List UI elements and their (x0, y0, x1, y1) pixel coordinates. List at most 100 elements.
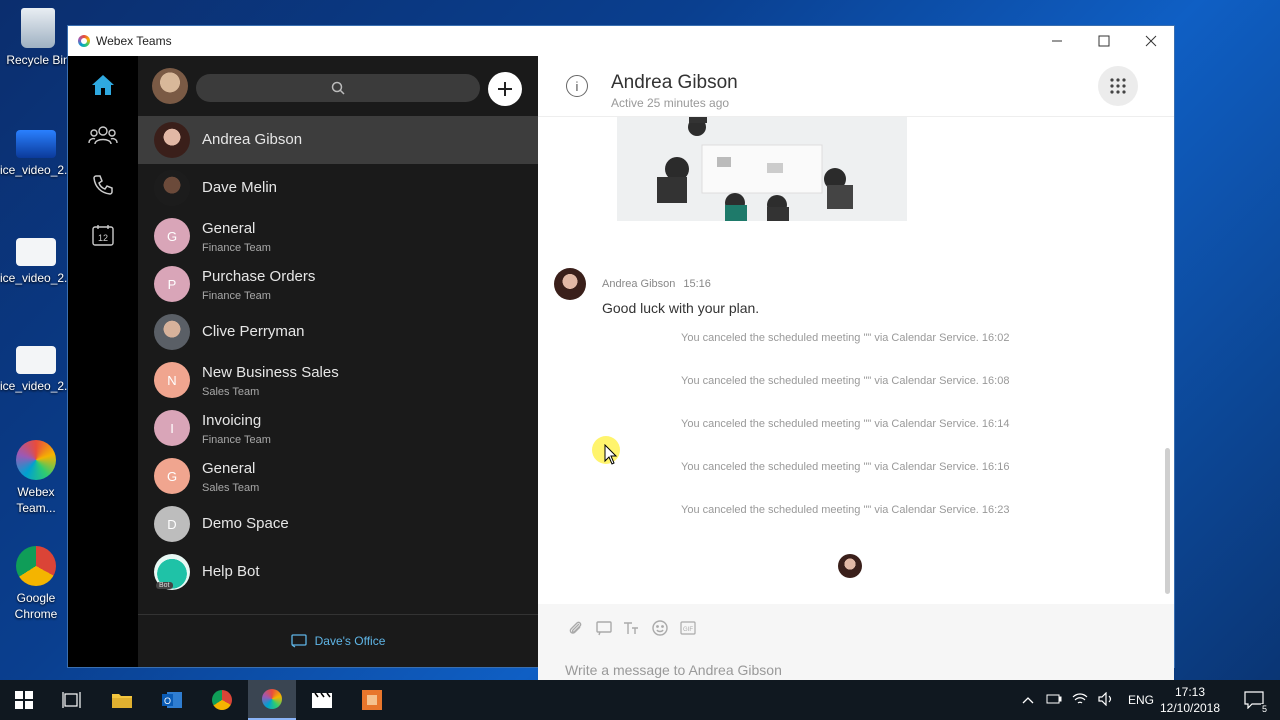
rail-teams-button[interactable] (88, 120, 118, 150)
space-name: Invoicing (202, 412, 262, 429)
space-name: Dave Melin (202, 179, 278, 196)
my-avatar[interactable] (152, 68, 188, 104)
desktop-icon-label: Recycle Bin (6, 53, 70, 67)
space-item-purchase-orders[interactable]: P Purchase Orders Finance Team (138, 260, 538, 308)
show-hidden-icons-button[interactable] (1022, 693, 1034, 707)
message-input[interactable]: Write a message to Andrea Gibson (565, 662, 782, 678)
conversation-title: Andrea Gibson (611, 72, 738, 93)
taskbar-chrome[interactable] (198, 680, 246, 720)
home-icon (92, 75, 114, 95)
message-author-avatar[interactable] (554, 268, 586, 300)
volume-button[interactable] (1098, 691, 1114, 709)
space-team: Sales Team (202, 386, 260, 398)
message-time: 15:16 (683, 278, 711, 290)
network-button[interactable] (1072, 692, 1088, 708)
action-center-button[interactable]: 5 (1230, 680, 1278, 720)
emoji-button[interactable] (650, 618, 670, 638)
whiteboard-icon (596, 621, 612, 636)
search-icon (331, 81, 345, 95)
search-input[interactable] (196, 74, 480, 102)
space-item-new-business-sales[interactable]: N New Business Sales Sales Team (138, 356, 538, 404)
desktop-icon-video-3[interactable]: ice_video_2... (0, 346, 75, 394)
info-button[interactable]: i (566, 75, 588, 97)
info-icon: i (575, 78, 579, 94)
desktop-icon-google-chrome[interactable]: Google Chrome (0, 546, 72, 622)
taskbar-app[interactable] (348, 680, 396, 720)
rail-calls-button[interactable] (88, 170, 118, 200)
attach-button[interactable] (566, 618, 586, 638)
gif-button[interactable]: GIF (678, 618, 698, 638)
task-view-button[interactable] (48, 680, 96, 720)
taskbar-video-editor[interactable] (298, 680, 346, 720)
space-item-invoicing[interactable]: I Invoicing Finance Team (138, 404, 538, 452)
outlook-icon: O (162, 692, 182, 708)
message-text: Good luck with your plan. (602, 300, 760, 316)
minimize-button[interactable] (1033, 26, 1080, 56)
space-team: Finance Team (202, 290, 271, 302)
attach-icon (569, 621, 582, 634)
webex-logo-icon (78, 35, 90, 47)
space-team: Finance Team (202, 242, 271, 254)
scrollbar[interactable] (1165, 448, 1170, 594)
avatar: P (154, 266, 190, 302)
message-author: Andrea Gibson (602, 278, 676, 290)
desktop-icon-recycle-bin[interactable]: Recycle Bin (2, 8, 74, 68)
grid-icon (1110, 78, 1126, 94)
desktop-icon-label: ice_video_2... (0, 379, 75, 393)
space-item-dave-melin[interactable]: Dave Melin (138, 164, 538, 212)
system-tray: ENG (1022, 680, 1154, 720)
space-item-demo-space[interactable]: D Demo Space (138, 500, 538, 548)
rail-meetings-button[interactable]: 12 (88, 220, 118, 250)
desktop-icon-label: Google Chrome (14, 591, 58, 621)
mouse-pointer-icon (604, 444, 618, 465)
maximize-button[interactable] (1080, 26, 1127, 56)
space-name: New Business Sales (202, 364, 339, 381)
rail-home-button[interactable] (88, 70, 118, 100)
plus-icon (498, 82, 512, 96)
title-bar[interactable]: Webex Teams (68, 26, 1174, 56)
new-space-button[interactable] (488, 72, 522, 106)
desktop-icon-video-1[interactable]: ice_video_2... (0, 130, 74, 178)
close-button[interactable] (1127, 26, 1174, 56)
webex-teams-window: Webex Teams 12 Andrea Gibson Dave Melin … (68, 26, 1174, 697)
calendar-day-label: 12 (98, 233, 108, 243)
svg-text:O: O (164, 696, 171, 706)
space-item-andrea-gibson[interactable]: Andrea Gibson (138, 116, 538, 164)
navigation-rail: 12 (68, 56, 138, 667)
apps-button[interactable] (1098, 66, 1138, 106)
taskbar-webex-teams[interactable] (248, 680, 296, 720)
space-item-general-sales[interactable]: G General Sales Team (138, 452, 538, 500)
svg-text:GIF: GIF (683, 627, 693, 633)
desktop-icon-label: Webex Team... (16, 485, 56, 515)
clock-time: 17:13 (1174, 685, 1206, 699)
whiteboard-button[interactable] (594, 618, 614, 638)
space-name: Purchase Orders (202, 268, 316, 285)
webex-teams-icon (262, 689, 282, 709)
desktop-icon-label: ice_video_2... (0, 271, 75, 285)
desktop-icon-video-2[interactable]: ice_video_2... (0, 238, 75, 286)
battery-button[interactable] (1046, 693, 1062, 707)
clock[interactable]: 17:13 12/10/2018 (1150, 684, 1230, 716)
space-name: Help Bot (202, 563, 260, 580)
wifi-icon (1072, 692, 1088, 703)
screen-cast-icon (290, 634, 307, 648)
format-button[interactable] (622, 618, 642, 638)
calendar-icon: 12 (92, 225, 114, 246)
window-title: Webex Teams (96, 34, 172, 48)
space-name: Demo Space (202, 515, 289, 532)
shared-image[interactable] (617, 117, 907, 221)
minimize-icon (1051, 40, 1062, 42)
space-name: Andrea Gibson (202, 131, 303, 148)
taskbar-outlook[interactable]: O (148, 680, 196, 720)
conversation-panel: i Andrea Gibson Active 25 minutes ago An… (538, 56, 1174, 697)
space-name: General (202, 460, 256, 477)
close-icon (1145, 35, 1156, 47)
start-button[interactable] (0, 680, 48, 720)
maximize-icon (1098, 35, 1109, 47)
space-item-help-bot[interactable]: Bot Help Bot (138, 548, 538, 596)
space-item-clive-perryman[interactable]: Clive Perryman (138, 308, 538, 356)
space-item-general-finance[interactable]: G General Finance Team (138, 212, 538, 260)
taskbar-file-explorer[interactable] (98, 680, 146, 720)
desktop-icon-webex-teams[interactable]: Webex Team... (0, 440, 72, 516)
device-connect-button[interactable]: Dave's Office (138, 614, 538, 667)
